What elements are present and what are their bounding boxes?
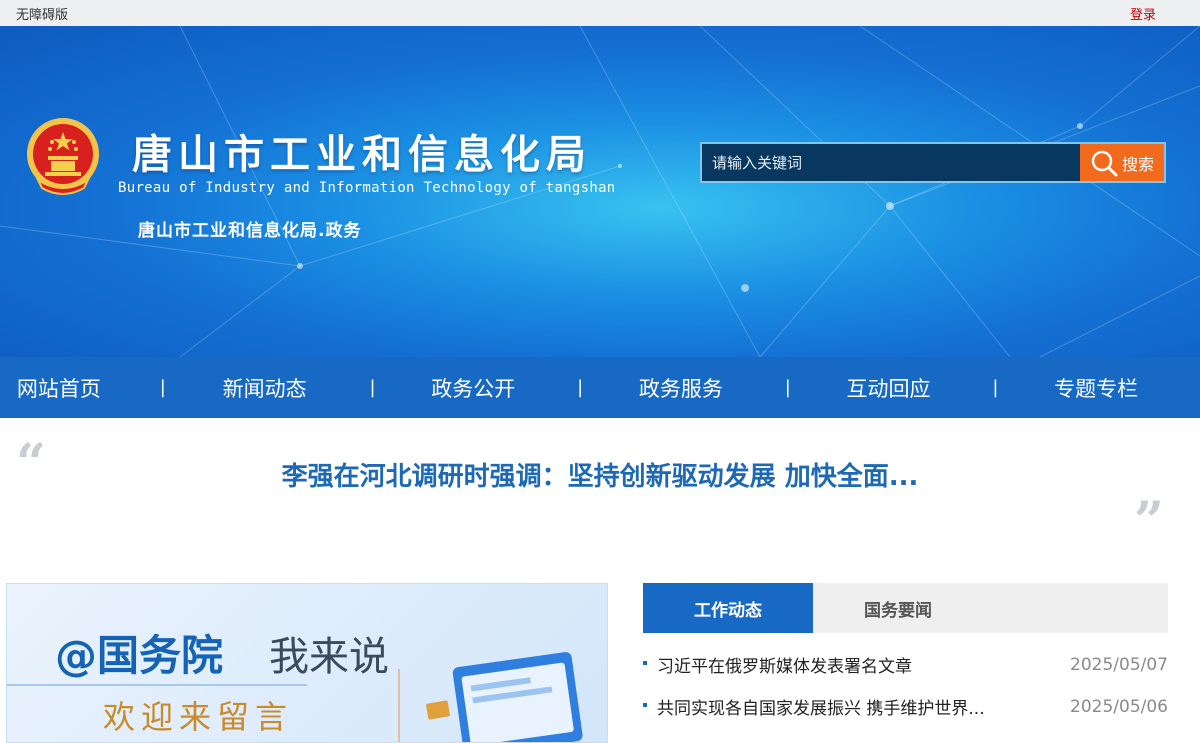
site-subtitle-en: Bureau of Industry and Information Techn… xyxy=(118,180,616,196)
top-bar: 无障碍版 登录 xyxy=(0,0,1200,26)
nav-item-public-affairs[interactable]: 政务公开 xyxy=(369,373,577,403)
login-link[interactable]: 登录 xyxy=(1130,4,1156,23)
nav-item-home[interactable]: 网站首页 xyxy=(0,373,118,403)
list-item[interactable]: 习近平在俄罗斯媒体发表署名文章 2025/05/07 xyxy=(643,652,1168,677)
site-subtitle: 唐山市工业和信息化局.政务 xyxy=(138,221,362,241)
search-button-label: 搜索 xyxy=(1121,154,1154,174)
news-date: 2025/05/06 xyxy=(1070,696,1168,717)
headline-link[interactable]: 李强在河北调研时强调：坚持创新驱动发展 加快全面... xyxy=(0,456,1200,493)
main-nav: 网站首页 | 新闻动态 | 政务公开 | 政务服务 | 互动回应 | 专题专栏 xyxy=(0,357,1200,418)
header-banner: 唐山市工业和信息化局 Bureau of Industry and Inform… xyxy=(0,26,1200,357)
news-title[interactable]: 习近平在俄罗斯媒体发表署名文章 xyxy=(643,652,912,677)
close-quote-icon: ” xyxy=(1134,491,1164,552)
site-title: 唐山市工业和信息化局 xyxy=(132,132,592,178)
promo-subtitle: 我来说 xyxy=(269,634,389,680)
search-box: 搜索 xyxy=(700,142,1166,183)
nav-item-special[interactable]: 专题专栏 xyxy=(992,373,1200,403)
news-date: 2025/05/07 xyxy=(1070,654,1168,675)
nav-item-interaction[interactable]: 互动回应 xyxy=(785,373,993,403)
tab-state-news[interactable]: 国务要闻 xyxy=(813,583,983,633)
national-emblem-icon xyxy=(27,118,99,195)
list-item[interactable]: 共同实现各自国家发展振兴 携手维护世界... 2025/05/06 xyxy=(643,694,1168,719)
nav-item-news[interactable]: 新闻动态 xyxy=(160,373,370,403)
tab-work-updates[interactable]: 工作动态 xyxy=(643,583,813,633)
search-input[interactable] xyxy=(702,144,1080,181)
search-button[interactable]: 搜索 xyxy=(1080,144,1164,181)
headline-section: “ 李强在河北调研时强调：坚持创新驱动发展 加快全面... ” xyxy=(0,418,1200,583)
news-tabs: 工作动态 国务要闻 xyxy=(643,583,1168,633)
promo-caption: 欢迎来留言 xyxy=(103,698,294,736)
accessibility-link[interactable]: 无障碍版 xyxy=(16,4,68,23)
magnifier-icon xyxy=(1091,150,1118,176)
news-title[interactable]: 共同实现各自国家发展振兴 携手维护世界... xyxy=(643,694,985,719)
promo-title: @国务院 xyxy=(55,631,224,680)
promo-banner[interactable]: @国务院 我来说 欢迎来留言 xyxy=(6,583,608,743)
nav-item-services[interactable]: 政务服务 xyxy=(577,373,785,403)
